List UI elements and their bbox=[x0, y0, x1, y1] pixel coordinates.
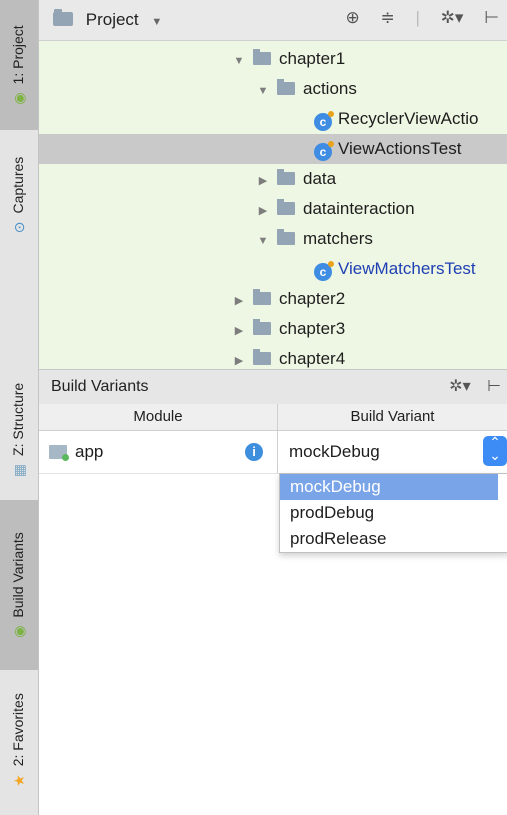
module-icon bbox=[49, 445, 69, 461]
tab-project-label: 1: Project bbox=[10, 25, 26, 85]
option-label: prodDebug bbox=[290, 503, 375, 522]
tree-item-label: datainteraction bbox=[303, 199, 415, 218]
tab-project[interactable]: ◉ 1: Project bbox=[0, 0, 38, 130]
column-header-module[interactable]: Module bbox=[39, 404, 277, 430]
project-folder-icon bbox=[53, 9, 73, 26]
collapse-icon[interactable]: ≑ bbox=[381, 8, 395, 28]
tree-item-label: RecyclerViewActio bbox=[338, 109, 479, 128]
option-label: mockDebug bbox=[290, 477, 381, 496]
folder-icon bbox=[253, 49, 271, 65]
option-label: prodRelease bbox=[290, 529, 387, 548]
tree-item-label: chapter2 bbox=[279, 289, 346, 308]
table-header: Module Build Variant bbox=[39, 404, 507, 431]
build-variant-value: mockDebug bbox=[289, 442, 380, 461]
tab-structure-label: Z: Structure bbox=[10, 382, 26, 456]
tree-item-actions[interactable]: ▼ actions bbox=[39, 74, 507, 104]
module-name: app bbox=[75, 442, 104, 461]
tree-item-viewactionstest[interactable]: c ViewActionsTest bbox=[39, 134, 507, 164]
folder-icon bbox=[277, 169, 295, 185]
class-icon: c bbox=[314, 111, 334, 131]
build-variant-select[interactable]: mockDebug ⌃ ⌄ bbox=[279, 433, 507, 471]
collapsed-arrow-icon[interactable]: ▶ bbox=[255, 166, 271, 196]
tree-item-matchers[interactable]: ▼ matchers bbox=[39, 224, 507, 254]
class-icon: c bbox=[314, 141, 334, 161]
hide-icon[interactable]: ⊢ bbox=[484, 8, 499, 28]
collapsed-arrow-icon[interactable]: ▶ bbox=[231, 346, 247, 369]
toolbar-divider: | bbox=[415, 8, 420, 27]
star-icon: ★ bbox=[11, 774, 27, 787]
option-prodrelease[interactable]: prodRelease bbox=[280, 526, 507, 552]
project-title: Project bbox=[85, 10, 139, 29]
build-variant-dropdown: mockDebug prodDebug prodRelease bbox=[279, 473, 507, 553]
tab-captures[interactable]: ⊙ Captures bbox=[0, 130, 38, 260]
folder-icon bbox=[277, 79, 295, 95]
folder-icon bbox=[253, 349, 271, 365]
tool-window-strip: ◉ 1: Project ⊙ Captures ▦ Z: Structure ◉ Bui… bbox=[0, 0, 39, 815]
gear-icon[interactable]: ✲▾ bbox=[449, 376, 470, 396]
tree-item-label: data bbox=[303, 169, 337, 188]
tree-item-label: chapter1 bbox=[279, 49, 346, 68]
collapsed-arrow-icon[interactable]: ▶ bbox=[255, 196, 271, 226]
tree-item-label: chapter4 bbox=[279, 349, 346, 368]
info-icon[interactable]: i bbox=[245, 443, 263, 461]
build-variants-panel: Build Variants ✲▾ ⊢ Module Build Variant… bbox=[39, 369, 507, 815]
tree-item-label: ViewActionsTest bbox=[338, 139, 462, 158]
folder-icon bbox=[253, 319, 271, 335]
build-variants-title: Build Variants bbox=[51, 378, 149, 395]
project-view-selector[interactable]: Project ▼ bbox=[53, 9, 163, 30]
folder-icon bbox=[277, 229, 295, 245]
folder-icon bbox=[253, 289, 271, 305]
build-variants-header: Build Variants ✲▾ ⊢ bbox=[39, 369, 507, 405]
tab-favorites-label: 2: Favorites bbox=[10, 693, 26, 767]
tree-item-label: matchers bbox=[303, 229, 373, 248]
tree-item-datainteraction[interactable]: ▶ datainteraction bbox=[39, 194, 507, 224]
option-mockdebug[interactable]: mockDebug bbox=[280, 474, 507, 500]
column-header-build-variant[interactable]: Build Variant bbox=[278, 404, 507, 430]
class-icon: c bbox=[314, 261, 334, 281]
tab-build-variants-label: Build Variants bbox=[10, 532, 26, 618]
collapsed-arrow-icon[interactable]: ▶ bbox=[231, 316, 247, 346]
tree-item-chapter3[interactable]: ▶ chapter3 bbox=[39, 314, 507, 344]
tree-item-label: ViewMatchersTest bbox=[338, 259, 476, 278]
tree-item-label: chapter3 bbox=[279, 319, 346, 338]
android-icon: ◉ bbox=[11, 92, 27, 105]
target-icon[interactable]: ⊕ bbox=[346, 8, 360, 28]
tab-captures-label: Captures bbox=[10, 156, 26, 214]
folder-icon bbox=[277, 199, 295, 215]
tab-build-variants[interactable]: ◉ Build Variants bbox=[0, 500, 38, 670]
hide-icon[interactable]: ⊢ bbox=[487, 376, 501, 396]
tree-item-recyclerviewactions[interactable]: c RecyclerViewActio bbox=[39, 104, 507, 134]
gear-icon[interactable]: ✲▾ bbox=[441, 8, 464, 28]
tree-item-chapter2[interactable]: ▶ chapter2 bbox=[39, 284, 507, 314]
tab-favorites[interactable]: ★ 2: Favorites bbox=[0, 670, 38, 810]
option-proddebug[interactable]: prodDebug bbox=[280, 500, 507, 526]
tree-item-data[interactable]: ▶ data bbox=[39, 164, 507, 194]
camera-icon: ⊙ bbox=[11, 221, 27, 234]
expanded-arrow-icon[interactable]: ▼ bbox=[255, 76, 271, 106]
build-variants-toolbar: ✲▾ ⊢ bbox=[443, 376, 507, 396]
tree-item-chapter4[interactable]: ▶ chapter4 bbox=[39, 344, 507, 369]
tab-structure[interactable]: ▦ Z: Structure bbox=[0, 360, 38, 500]
tree-item-chapter1[interactable]: ▼ chapter1 bbox=[39, 44, 507, 74]
collapsed-arrow-icon[interactable]: ▶ bbox=[231, 286, 247, 316]
tree-item-label: actions bbox=[303, 79, 357, 98]
android-icon: ◉ bbox=[11, 625, 27, 638]
dropdown-scrollbar[interactable] bbox=[498, 474, 507, 500]
structure-icon: ▦ bbox=[11, 463, 27, 478]
project-panel: Project ▼ ⊕ ≑ | ✲▾ ⊢ ▼ chapter1 ▼ actions … bbox=[39, 0, 507, 369]
chevron-down-icon: ▼ bbox=[151, 16, 163, 28]
project-toolbar: ⊕ ≑ | ✲▾ ⊢ bbox=[338, 8, 507, 28]
project-header: Project ▼ ⊕ ≑ | ✲▾ ⊢ bbox=[39, 0, 507, 41]
expanded-arrow-icon[interactable]: ▼ bbox=[255, 226, 271, 256]
expanded-arrow-icon[interactable]: ▼ bbox=[231, 46, 247, 76]
select-arrows-icon[interactable]: ⌃ ⌄ bbox=[483, 435, 507, 466]
tree-item-viewmatcherstest[interactable]: c ViewMatchersTest bbox=[39, 254, 507, 284]
